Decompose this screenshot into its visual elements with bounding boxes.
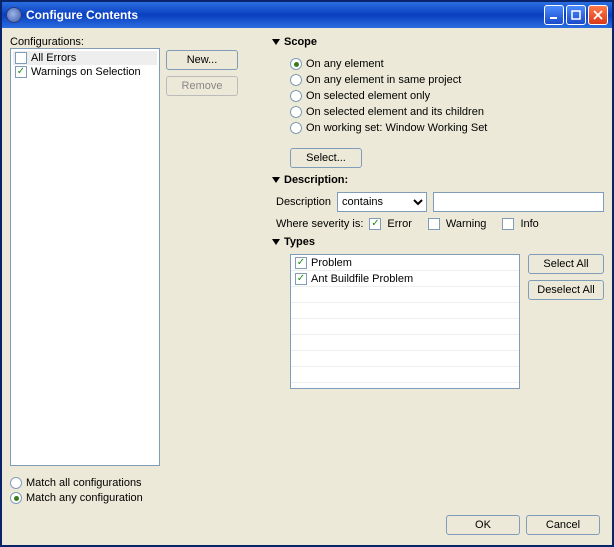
severity-label: Where severity is:	[276, 218, 363, 230]
severity-error-label: Error	[387, 218, 411, 230]
match-any-radio[interactable]: Match any configuration	[10, 492, 260, 504]
remove-button: Remove	[166, 76, 238, 96]
ok-button[interactable]: OK	[446, 515, 520, 535]
minimize-button[interactable]	[544, 5, 564, 25]
caret-down-icon	[272, 239, 280, 245]
radio-icon	[10, 492, 22, 504]
scope-header[interactable]: Scope	[272, 36, 604, 48]
app-icon	[6, 7, 22, 23]
radio-icon	[290, 74, 302, 86]
severity-warning-checkbox[interactable]	[428, 218, 440, 230]
dialog-window: Configure Contents Configurations:	[0, 0, 614, 547]
checkbox-icon[interactable]: ✓	[295, 257, 307, 269]
new-button[interactable]: New...	[166, 50, 238, 70]
radio-icon	[290, 90, 302, 102]
radio-icon	[10, 477, 22, 489]
scope-same-project[interactable]: On any element in same project	[290, 74, 604, 86]
scope-selected-only[interactable]: On selected element only	[290, 90, 604, 102]
config-item-all-errors[interactable]: All Errors	[13, 51, 157, 65]
configurations-panel: Configurations: All Errors ✓ Warnings on…	[10, 36, 260, 507]
severity-warning-label: Warning	[446, 218, 487, 230]
severity-info-label: Info	[520, 218, 538, 230]
details-panel: Scope On any element On any element in s…	[264, 36, 604, 507]
maximize-button[interactable]	[566, 5, 586, 25]
caret-down-icon	[272, 39, 280, 45]
types-list[interactable]: ✓ Problem ✓ Ant Buildfile Problem	[290, 254, 520, 389]
match-all-radio[interactable]: Match all configurations	[10, 477, 260, 489]
deselect-all-button[interactable]: Deselect All	[528, 280, 604, 300]
scope-any-element[interactable]: On any element	[290, 58, 604, 70]
close-button[interactable]	[588, 5, 608, 25]
dialog-footer: OK Cancel	[10, 507, 604, 537]
configurations-list[interactable]: All Errors ✓ Warnings on Selection	[10, 48, 160, 466]
match-any-label: Match any configuration	[26, 492, 143, 504]
caret-down-icon	[272, 177, 280, 183]
cancel-button[interactable]: Cancel	[526, 515, 600, 535]
scope-selected-children[interactable]: On selected element and its children	[290, 106, 604, 118]
description-text[interactable]	[433, 192, 604, 212]
match-all-label: Match all configurations	[26, 477, 142, 489]
checkbox-icon[interactable]	[15, 52, 27, 64]
window-title: Configure Contents	[26, 8, 544, 22]
titlebar: Configure Contents	[2, 2, 612, 28]
description-combo[interactable]: contains	[337, 192, 427, 212]
select-all-button[interactable]: Select All	[528, 254, 604, 274]
description-label: Description	[276, 196, 331, 208]
config-item-warnings[interactable]: ✓ Warnings on Selection	[13, 65, 157, 79]
type-item[interactable]: ✓ Problem	[291, 255, 519, 271]
scope-options: On any element On any element in same pr…	[272, 54, 604, 138]
severity-error-checkbox[interactable]: ✓	[369, 218, 381, 230]
select-working-set-button[interactable]: Select...	[290, 148, 362, 168]
config-item-label: Warnings on Selection	[31, 66, 141, 78]
radio-icon	[290, 106, 302, 118]
description-header[interactable]: Description:	[272, 174, 604, 186]
config-item-label: All Errors	[31, 52, 76, 64]
checkbox-icon[interactable]: ✓	[295, 273, 307, 285]
scope-working-set[interactable]: On working set: Window Working Set	[290, 122, 604, 134]
radio-icon	[290, 122, 302, 134]
radio-icon	[290, 58, 302, 70]
checkbox-icon[interactable]: ✓	[15, 66, 27, 78]
type-item[interactable]: ✓ Ant Buildfile Problem	[291, 271, 519, 287]
types-header[interactable]: Types	[272, 236, 604, 248]
severity-info-checkbox[interactable]	[502, 218, 514, 230]
configurations-label: Configurations:	[10, 36, 260, 48]
